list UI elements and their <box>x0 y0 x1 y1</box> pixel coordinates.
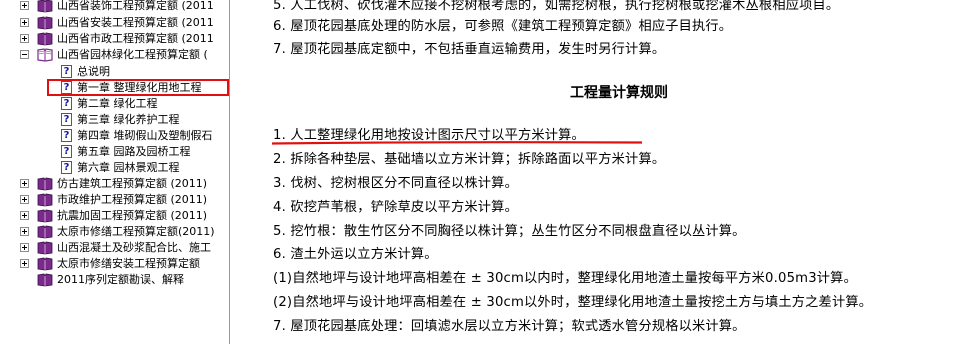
expand-icon[interactable] <box>20 243 29 252</box>
rule-line-2: 2. 拆除各种垫层、基础墙以立方米计算；拆除路面以平方米计算。 <box>273 152 666 167</box>
tree-item-chapter-4[interactable]: ? 第四章 堆砌假山及塑制假石 <box>0 128 229 144</box>
book-icon <box>37 241 53 255</box>
expand-icon[interactable] <box>20 34 29 43</box>
notes-line-5: 5. 人工伐树、砍伐灌木应接不挖树根考虑的，如需挖树根，执行挖树根或挖灌木丛根相… <box>273 0 840 13</box>
book-icon <box>37 0 53 13</box>
book-icon <box>37 177 53 191</box>
help-page-icon: ? <box>61 161 72 174</box>
tree-item-seismic-reinforcement[interactable]: 抗震加固工程预算定额 (2011) <box>0 208 229 224</box>
book-icon <box>37 257 53 271</box>
tree-item-chapter-5[interactable]: ? 第五章 园路及园桥工程 <box>0 144 229 160</box>
tree-item-taiyuan-repair[interactable]: 太原市修缮工程预算定额(2011) <box>0 224 229 240</box>
tree-item-label: 山西省园林绿化工程预算定额 ( <box>57 48 208 61</box>
tree-item-label: 2011序列定额勘误、解释 <box>57 273 184 286</box>
tree-item-shanxi-decoration[interactable]: 山西省装饰工程预算定额 (2011 <box>0 0 229 14</box>
tree-item-label: 抗震加固工程预算定额 (2011) <box>57 209 208 222</box>
tree-item-label: 第三章 绿化养护工程 <box>77 113 180 126</box>
tree-item-chapter-6[interactable]: ? 第六章 园林景观工程 <box>0 160 229 176</box>
rule-line-6-1: (1)自然地坪与设计地坪高相差在 ± 30cm以内时，整理绿化用地渣土量按每平方… <box>273 271 857 286</box>
tree-item-shanxi-installation[interactable]: 山西省安装工程预算定额 (2011 <box>0 15 229 31</box>
book-icon <box>37 16 53 30</box>
rule-line-6-2: (2)自然地坪与设计地坪高相差在 ± 30cm以外时，整理绿化用地渣土量按挖土方… <box>273 295 873 310</box>
book-icon <box>37 273 53 287</box>
help-page-icon: ? <box>61 129 72 142</box>
section-heading: 工程量计算规则 <box>570 85 668 101</box>
tree-item-label: 山西省市政工程预算定额 (2011 <box>57 32 214 45</box>
red-underline-mark <box>271 141 643 145</box>
collapse-icon[interactable] <box>20 50 29 59</box>
expand-icon[interactable] <box>20 259 29 268</box>
tree-item-label: 第四章 堆砌假山及塑制假石 <box>77 129 213 142</box>
expand-icon[interactable] <box>20 1 29 10</box>
tree-item-taiyuan-installation-repair[interactable]: 太原市修缮安装工程预算定额 <box>0 256 229 272</box>
help-page-icon: ? <box>61 113 72 126</box>
tree-item-chapter-3[interactable]: ? 第三章 绿化养护工程 <box>0 112 229 128</box>
tree-item-label: 总说明 <box>77 65 110 78</box>
book-icon <box>37 193 53 207</box>
selection-highlight-box <box>47 79 229 96</box>
rule-line-6: 6. 渣土外运以立方米计算。 <box>273 247 438 262</box>
tree-item-chapter-2[interactable]: ? 第二章 绿化工程 <box>0 96 229 112</box>
tree-item-municipal-maintenance[interactable]: 市政维护工程预算定额 (2011) <box>0 192 229 208</box>
rule-line-5: 5. 挖竹根：散生竹区分不同胸径以株计算；丛生竹区分不同根盘直径以丛计算。 <box>273 224 746 239</box>
tree-item-label: 山西混凝土及砂浆配合比、施工 <box>57 241 211 254</box>
tree-item-antique-building[interactable]: 仿古建筑工程预算定额 (2011) <box>0 176 229 192</box>
tree-item-label: 山西省装饰工程预算定额 (2011 <box>57 0 214 12</box>
tree-item-label: 第六章 园林景观工程 <box>77 161 180 174</box>
document-content-pane[interactable]: 5. 人工伐树、砍伐灌木应接不挖树根考虑的，如需挖树根，执行挖树根或挖灌木丛根相… <box>230 0 970 344</box>
open-book-icon <box>37 48 53 62</box>
tree-item-shanxi-municipal[interactable]: 山西省市政工程预算定额 (2011 <box>0 31 229 47</box>
expand-icon[interactable] <box>20 179 29 188</box>
tree-item-concrete-mortar[interactable]: 山西混凝土及砂浆配合比、施工 <box>0 240 229 256</box>
tree-item-general-notes[interactable]: ? 总说明 <box>0 64 229 80</box>
tree-item-label: 山西省安装工程预算定额 (2011 <box>57 16 214 29</box>
book-icon <box>37 32 53 46</box>
rule-line-7: 7. 屋顶花园基底处理：回填滤水层以立方米计算；软式透水管分规格以米计算。 <box>273 319 746 334</box>
rule-line-3: 3. 伐树、挖树根区分不同直径以株计算。 <box>273 176 518 191</box>
tree-item-label: 太原市修缮安装工程预算定额 <box>57 257 200 270</box>
expand-icon[interactable] <box>20 227 29 236</box>
tree-item-label: 太原市修缮工程预算定额(2011) <box>57 225 215 238</box>
book-icon <box>37 209 53 223</box>
tree-item-label: 仿古建筑工程预算定额 (2011) <box>57 177 208 190</box>
expand-icon[interactable] <box>20 211 29 220</box>
help-page-icon: ? <box>61 145 72 158</box>
rule-line-4: 4. 砍挖芦苇根，铲除草皮以平方米计算。 <box>273 200 518 215</box>
notes-line-6: 6. 屋顶花园基底处理的防水层，可参照《建筑工程预算定额》相应子目执行。 <box>273 19 733 34</box>
book-tree-panel[interactable]: 山西省装饰工程预算定额 (2011 山西省安装工程预算定额 (2011 山西省市… <box>0 0 230 344</box>
notes-line-7: 7. 屋顶花园基底定额中，不包括垂直运输费用，发生时另行计算。 <box>273 42 666 57</box>
tree-item-errata[interactable]: 2011序列定额勘误、解释 <box>0 272 229 288</box>
tree-item-label: 第五章 园路及园桥工程 <box>77 145 191 158</box>
expand-icon[interactable] <box>20 195 29 204</box>
book-icon <box>37 225 53 239</box>
help-page-icon: ? <box>61 97 72 110</box>
help-page-icon: ? <box>61 65 72 78</box>
tree-item-shanxi-landscaping[interactable]: 山西省园林绿化工程预算定额 ( <box>0 47 229 63</box>
expand-icon[interactable] <box>20 18 29 27</box>
tree-item-label: 市政维护工程预算定额 (2011) <box>57 193 208 206</box>
tree-item-label: 第二章 绿化工程 <box>77 97 158 110</box>
